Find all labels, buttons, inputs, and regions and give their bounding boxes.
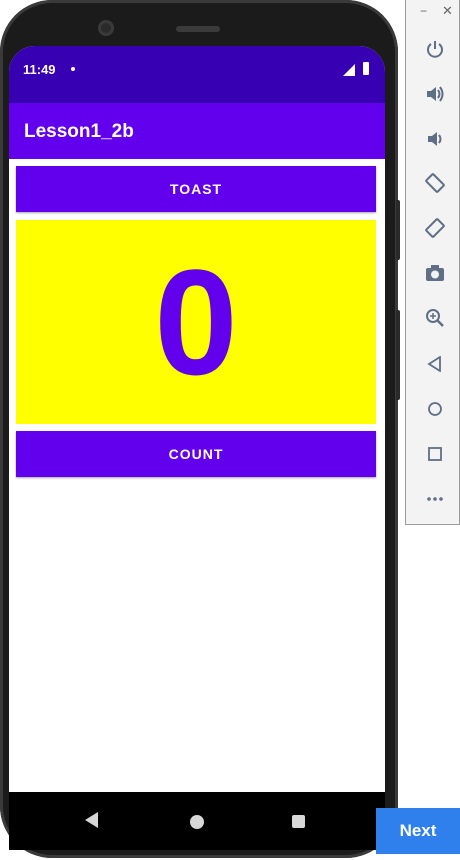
status-bar: 11:49	[9, 46, 385, 103]
navigation-bar	[9, 792, 385, 850]
volume-side-button[interactable]	[396, 310, 400, 400]
battery-icon	[363, 62, 369, 75]
toast-button[interactable]: TOAST	[16, 166, 376, 212]
volume-down-icon[interactable]	[424, 128, 446, 150]
home-icon[interactable]	[424, 398, 446, 420]
count-button[interactable]: COUNT	[16, 431, 376, 477]
status-time: 11:49	[23, 62, 56, 77]
rotate-left-icon[interactable]	[424, 172, 446, 194]
minimize-icon[interactable]: −	[420, 4, 427, 18]
nav-home-icon[interactable]	[190, 815, 204, 829]
power-side-button[interactable]	[396, 200, 400, 260]
nav-back-icon[interactable]	[85, 812, 99, 828]
volume-up-icon[interactable]	[424, 83, 446, 105]
more-icon[interactable]	[424, 488, 446, 510]
speaker-grille	[176, 26, 220, 32]
camera-icon[interactable]	[424, 262, 446, 284]
count-value: 0	[154, 238, 238, 406]
back-icon[interactable]	[424, 353, 446, 375]
device-screen: 11:49 Lesson1_2b TOAST 0 COUNT	[9, 46, 385, 850]
rotate-right-icon[interactable]	[424, 217, 446, 239]
notification-dot-icon	[71, 67, 75, 71]
close-icon[interactable]: ✕	[442, 3, 453, 19]
emulator-device-frame: 11:49 Lesson1_2b TOAST 0 COUNT	[0, 0, 400, 858]
signal-icon	[343, 64, 355, 76]
overview-icon[interactable]	[424, 443, 446, 465]
next-button[interactable]: Next	[376, 808, 460, 854]
power-icon[interactable]	[424, 38, 446, 60]
front-camera	[98, 20, 114, 36]
app-bar: Lesson1_2b	[9, 103, 385, 159]
count-display: 0	[16, 220, 376, 424]
zoom-icon[interactable]	[424, 307, 446, 329]
emulator-toolbar: − ✕	[405, 0, 460, 525]
nav-recents-icon[interactable]	[292, 815, 305, 828]
app-title: Lesson1_2b	[24, 121, 134, 142]
